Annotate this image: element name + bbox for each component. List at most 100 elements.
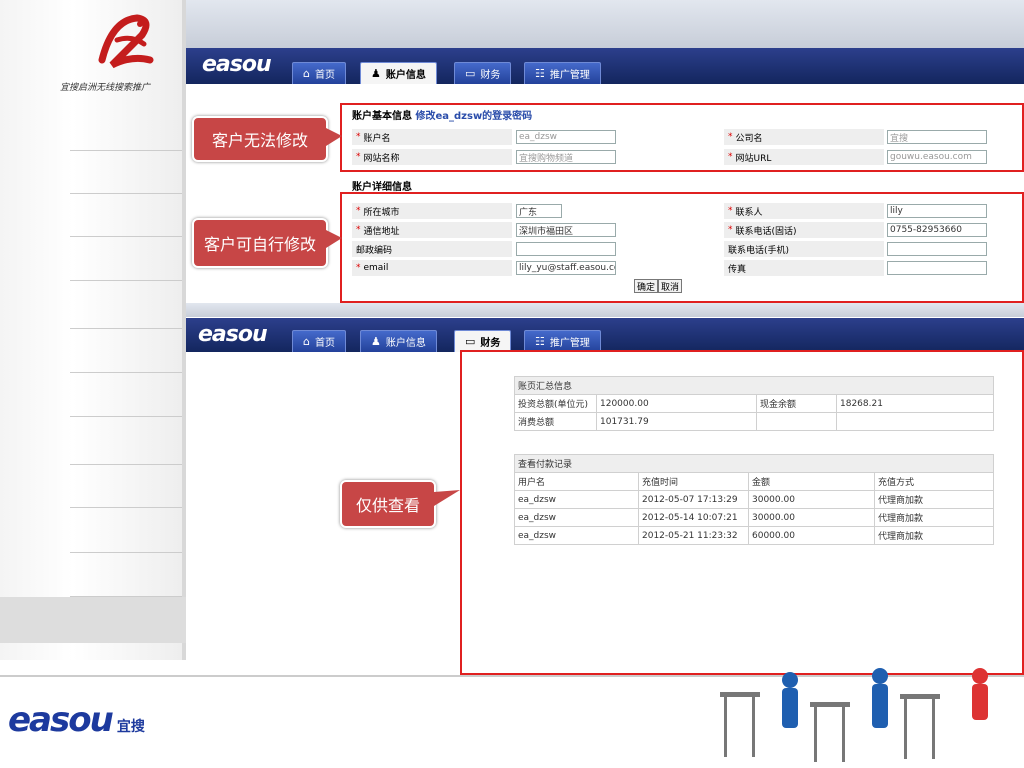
tab-home[interactable]: ⌂ 首页 (292, 330, 346, 352)
active-nav-highlight (0, 597, 186, 643)
tab-home[interactable]: ⌂ 首页 (292, 62, 346, 84)
field-label: * email (352, 260, 512, 276)
table-cell: 代理商加款 (874, 490, 994, 509)
spend-value: 101731.79 (596, 412, 757, 431)
field-input[interactable]: 深圳市福田区 (516, 223, 616, 237)
account-summary-table: 账页汇总信息 投资总额(单位元) 120000.00 现金余额 18268.21… (514, 376, 994, 431)
tab-card[interactable]: ▭ 财务 (454, 330, 512, 352)
table-cell: 30000.00 (748, 508, 875, 527)
card-icon: ▭ (465, 67, 476, 80)
field-label: * 网站名称 (352, 149, 512, 165)
sidebar: 宜搜启洲无线搜索推广 (0, 0, 186, 660)
tab-label: 推广管理 (549, 338, 590, 349)
field-input[interactable] (887, 242, 987, 256)
field-label: * 公司名 (724, 129, 884, 145)
callout-arrow-icon (434, 490, 460, 506)
bottom-nav-bar: easou ⌂ 首页 ♟ 账户信息 ▭ 财务 ☷ 推广管理 (186, 318, 1024, 352)
table-cell: 2012-05-07 17:13:29 (638, 490, 749, 509)
easou-logo-2: easou (198, 322, 268, 347)
nav-separator (70, 464, 182, 465)
table-row: ea_dzsw 2012-05-21 11:23:32 60000.00 代理商加款 (514, 526, 994, 545)
field-label-text: 传真 (728, 264, 747, 275)
nav-separator (70, 150, 182, 151)
grid-icon: ☷ (535, 335, 545, 348)
field-input: 宜搜 (887, 130, 987, 144)
top-tabs: ⌂ 首页 ♟ 账户信息 ▭ 财务 ☷ 推广管理 (292, 62, 712, 84)
tab-label: 财务 (480, 338, 501, 349)
field-label-text: 联系电话(手机) (728, 245, 790, 256)
column-header: 用户名 (514, 472, 639, 491)
field-input: 宜搜购物频道 (516, 150, 616, 164)
top-nav-bar: easou ⌂ 首页 ♟ 账户信息 ▭ 财务 ☷ 推广管理 (186, 48, 1024, 84)
table-cell: 60000.00 (748, 526, 875, 545)
footer-logo: easou 宜搜 (8, 700, 145, 740)
field-label: * 通信地址 (352, 222, 512, 238)
confirm-button[interactable]: 确定 (634, 279, 659, 293)
empty-cell (836, 412, 994, 431)
bottom-tabs: ⌂ 首页 ♟ 账户信息 ▭ 财务 ☷ 推广管理 (292, 330, 712, 352)
change-password-link[interactable]: 修改ea_dzsw的登录密码 (415, 111, 532, 122)
field-label-text: 网站名称 (363, 153, 400, 164)
cancel-button[interactable]: 取消 (658, 279, 683, 293)
nav-separator (70, 552, 182, 553)
tab-user[interactable]: ♟ 账户信息 (360, 330, 437, 352)
nav-separator (70, 280, 182, 281)
grid-icon: ☷ (535, 67, 545, 80)
field-input[interactable]: lily_yu@staff.easou.cor (516, 261, 616, 275)
field-input[interactable]: 广东 (516, 204, 562, 218)
field-label: 传真 (724, 260, 884, 276)
classroom-illustration-icon (720, 668, 988, 762)
slogan: 宜搜启洲无线搜索推广 (60, 83, 151, 93)
field-input: ea_dzsw (516, 130, 616, 144)
callout-arrow-icon (326, 128, 342, 146)
table-cell: ea_dzsw (514, 490, 639, 509)
field-input[interactable] (516, 242, 616, 256)
required-mark: * (728, 225, 733, 235)
nav-separator (70, 328, 182, 329)
field-label: 联系电话(手机) (724, 241, 884, 257)
user-icon: ♟ (371, 67, 381, 80)
field-label-text: 公司名 (735, 133, 763, 144)
tab-user[interactable]: ♟ 账户信息 (360, 62, 437, 84)
field-input[interactable] (887, 261, 987, 275)
field-label-text: 账户名 (363, 133, 391, 144)
detail-info-title: 账户详细信息 (352, 182, 412, 193)
tab-grid[interactable]: ☷ 推广管理 (524, 330, 601, 352)
table-cell: 代理商加款 (874, 508, 994, 527)
tab-label: 首页 (314, 70, 335, 81)
card-icon: ▭ (465, 335, 476, 348)
required-mark: * (728, 206, 733, 216)
table-cell: 2012-05-14 10:07:21 (638, 508, 749, 527)
spend-label: 消费总额 (514, 412, 597, 431)
required-mark: * (356, 152, 361, 162)
field-input[interactable]: lily (887, 204, 987, 218)
tab-card[interactable]: ▭ 财务 (454, 62, 512, 84)
field-label-text: 所在城市 (363, 207, 400, 218)
required-mark: * (728, 152, 733, 162)
table-cell: ea_dzsw (514, 526, 639, 545)
callout-view-only: 仅供查看 (340, 480, 436, 528)
field-label-text: 邮政编码 (356, 245, 393, 256)
invest-value: 120000.00 (596, 394, 757, 413)
field-input[interactable]: 0755-82953660 (887, 223, 987, 237)
column-header: 充值方式 (874, 472, 994, 491)
table-cell: 代理商加款 (874, 526, 994, 545)
nav-separator (70, 507, 182, 508)
table-cell: 2012-05-21 11:23:32 (638, 526, 749, 545)
column-header: 金额 (748, 472, 875, 491)
tab-label: 账户信息 (385, 70, 426, 81)
required-mark: * (356, 132, 361, 142)
basic-info-title: 账户基本信息 修改ea_dzsw的登录密码 (352, 111, 533, 122)
required-mark: * (356, 206, 361, 216)
field-label: * 账户名 (352, 129, 512, 145)
table-row: ea_dzsw 2012-05-14 10:07:21 30000.00 代理商加款 (514, 508, 994, 527)
field-label: * 联系人 (724, 203, 884, 219)
field-input: gouwu.easou.com (887, 150, 987, 164)
tab-grid[interactable]: ☷ 推广管理 (524, 62, 601, 84)
home-icon: ⌂ (303, 335, 310, 348)
field-label-text: 联系电话(固话) (735, 226, 797, 237)
callout-can-edit: 客户可自行修改 (192, 218, 328, 268)
tab-label: 推广管理 (549, 70, 590, 81)
callout-arrow-icon (326, 230, 342, 248)
user-icon: ♟ (371, 335, 381, 348)
